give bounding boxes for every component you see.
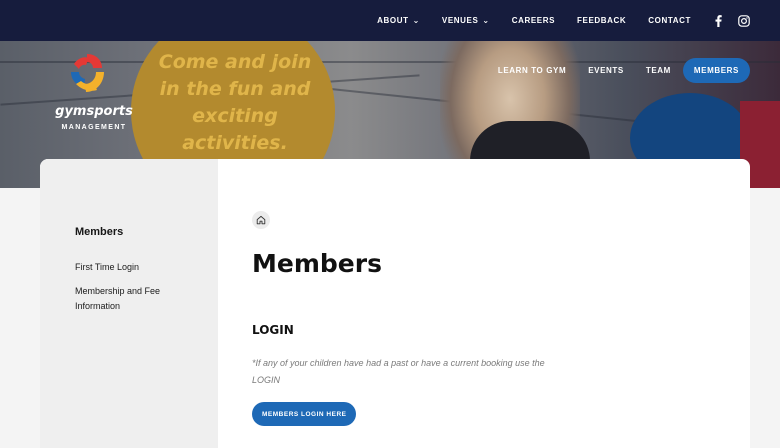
topnav-feedback[interactable]: FEEDBACK bbox=[577, 16, 626, 25]
social-links bbox=[715, 14, 750, 27]
mainnav-members[interactable]: MEMBERS bbox=[682, 58, 750, 83]
site-logo[interactable]: gymsports MANAGEMENT bbox=[44, 50, 144, 140]
logo-mark-icon bbox=[71, 54, 104, 92]
topnav-contact-label: CONTACT bbox=[648, 16, 691, 25]
home-icon bbox=[256, 215, 266, 225]
topnav-venues-label: VENUES bbox=[441, 16, 479, 25]
main-nav: LEARN TO GYM EVENTS TEAM MEMBERS bbox=[476, 58, 750, 83]
logo-sub: MANAGEMENT bbox=[61, 124, 127, 131]
mainnav-team[interactable]: TEAM bbox=[646, 66, 671, 75]
topnav-careers[interactable]: CAREERS bbox=[512, 16, 555, 25]
main-content: Members LOGIN *If any of your children h… bbox=[252, 159, 750, 448]
topnav-about-label: ABOUT bbox=[377, 16, 409, 25]
chevron-down-icon: ⌄ bbox=[482, 16, 490, 25]
sidebar: Members First Time Login Membership and … bbox=[40, 159, 218, 448]
sidebar-item-membership-fees[interactable]: Membership and Fee Information bbox=[75, 284, 195, 314]
sidebar-title: Members bbox=[75, 226, 124, 238]
members-login-button[interactable]: MEMBERS LOGIN HERE bbox=[252, 402, 357, 426]
instagram-icon[interactable] bbox=[738, 14, 750, 27]
topnav-contact[interactable]: CONTACT bbox=[648, 16, 691, 25]
content-card: Members First Time Login Membership and … bbox=[40, 159, 750, 448]
chevron-down-icon: ⌄ bbox=[412, 16, 420, 25]
topnav-about[interactable]: ABOUT ⌄ bbox=[377, 16, 420, 25]
topnav-feedback-label: FEEDBACK bbox=[577, 16, 627, 25]
top-bar: ABOUT ⌄ VENUES ⌄ CAREERS FEEDBACK CONTAC… bbox=[0, 0, 780, 41]
hero-slogan: Come and join in the fun and exciting ac… bbox=[158, 51, 312, 154]
facebook-icon[interactable] bbox=[715, 14, 722, 27]
mainnav-learn-to-gym[interactable]: LEARN TO GYM bbox=[498, 66, 566, 75]
sidebar-item-first-time-login[interactable]: First Time Login bbox=[75, 260, 195, 275]
breadcrumb[interactable] bbox=[252, 211, 270, 229]
page-title: Members bbox=[252, 249, 382, 278]
login-note: *If any of your children have had a past… bbox=[252, 358, 545, 385]
top-nav: ABOUT ⌄ VENUES ⌄ CAREERS FEEDBACK CONTAC… bbox=[377, 16, 691, 25]
mainnav-events[interactable]: EVENTS bbox=[588, 66, 624, 75]
topnav-careers-label: CAREERS bbox=[511, 16, 556, 25]
section-title: LOGIN bbox=[252, 323, 294, 337]
topnav-venues[interactable]: VENUES ⌄ bbox=[442, 16, 490, 25]
logo-name: gymsports bbox=[55, 104, 133, 119]
